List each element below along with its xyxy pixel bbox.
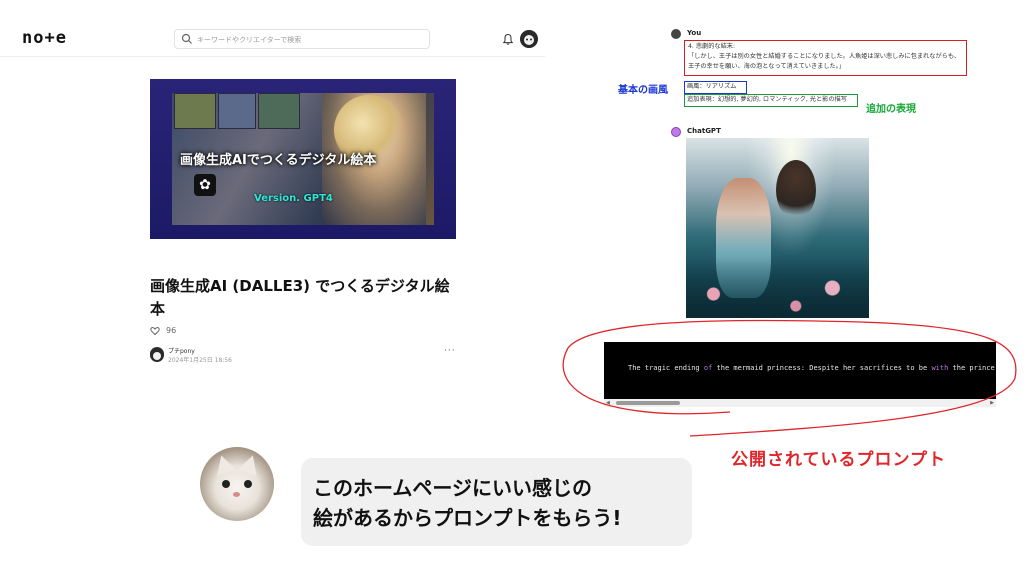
like-count: 96 [166,326,177,335]
extra-expression-label: 追加の表現 [866,104,916,115]
public-prompt-label: 公開されているプロンプト [731,450,946,470]
search-input[interactable] [195,31,427,49]
hero-version: Version. GPT4 [254,193,333,204]
assistant-name: ChatGPT [687,127,721,135]
more-options-button[interactable]: ··· [444,346,456,356]
author-name[interactable]: プチpony [168,346,195,355]
cat-nose [233,492,240,497]
article-hero-image[interactable]: 画像生成AIでつくるデジタル絵本 ✿ Version. GPT4 [150,79,456,239]
avatar-icon [520,30,538,48]
speech-bubble: このホームページにいい感じの 絵があるからプロンプトをもらう! [301,458,692,546]
user-avatar[interactable] [520,30,538,48]
user-avatar-chat [671,29,681,39]
base-style-label: 基本の画風 [618,85,668,96]
speech-text: このホームページにいい感じの 絵があるからプロンプトをもらう! [313,476,622,530]
prompt-heading: 4. 悲劇的な結末: [688,43,736,50]
bell-icon[interactable] [502,33,514,46]
header-divider [0,56,545,57]
cat-eye [244,480,252,488]
prompt-code-block[interactable]: The tragic ending of the mermaid princes… [604,342,996,407]
hero-tile [258,93,300,129]
note-logo[interactable]: no+e [22,28,67,48]
author-avatar[interactable] [150,347,164,362]
heart-icon[interactable] [150,326,160,336]
note-page: no+e 画像生成AIでつくるデジタル絵本 ✿ Version. GPT4 [0,0,545,410]
search-box[interactable] [174,29,430,49]
cat-eye [222,480,230,488]
scrollbar-thumb[interactable] [616,401,680,405]
hero-title: 画像生成AIでつくるデジタル絵本 [180,153,377,168]
cat-avatar [200,447,274,521]
generated-image[interactable] [686,138,869,318]
image-prince [776,160,816,220]
style-line: 画風：リアリズム [684,81,747,94]
user-name: You [687,29,702,37]
scroll-left-icon[interactable]: ◀ [606,400,610,406]
article-title[interactable]: 画像生成AI (DALLE3) でつくるデジタル絵本 [150,275,460,321]
prompt-body: 「しかし、王子は別の女性と結婚することになりました。人魚姫は深い悲しみに包まれな… [688,53,961,70]
scroll-right-icon[interactable]: ▶ [990,400,994,406]
image-flowers [686,258,869,318]
hero-tile [174,93,216,129]
openai-logo-icon: ✿ [194,174,216,196]
publish-date: 2024年1月25日 18:56 [168,357,232,364]
extra-expression-line: 追加表現：幻想的, 夢幻的, ロマンティック, 光と影の描写 [684,94,858,107]
author-avatar-icon [150,348,164,362]
hero-tile [218,93,256,129]
cat-ear [237,452,263,476]
chatgpt-avatar [671,127,681,137]
search-icon [181,33,192,44]
user-prompt-box: 4. 悲劇的な結末: 「しかし、王子は別の女性と結婚することになりました。人魚姫… [684,40,967,76]
cat-ear [211,452,237,476]
horizontal-scrollbar[interactable]: ◀ ▶ [604,399,996,407]
prompt-code-text: The tragic ending of the mermaid princes… [628,364,995,372]
